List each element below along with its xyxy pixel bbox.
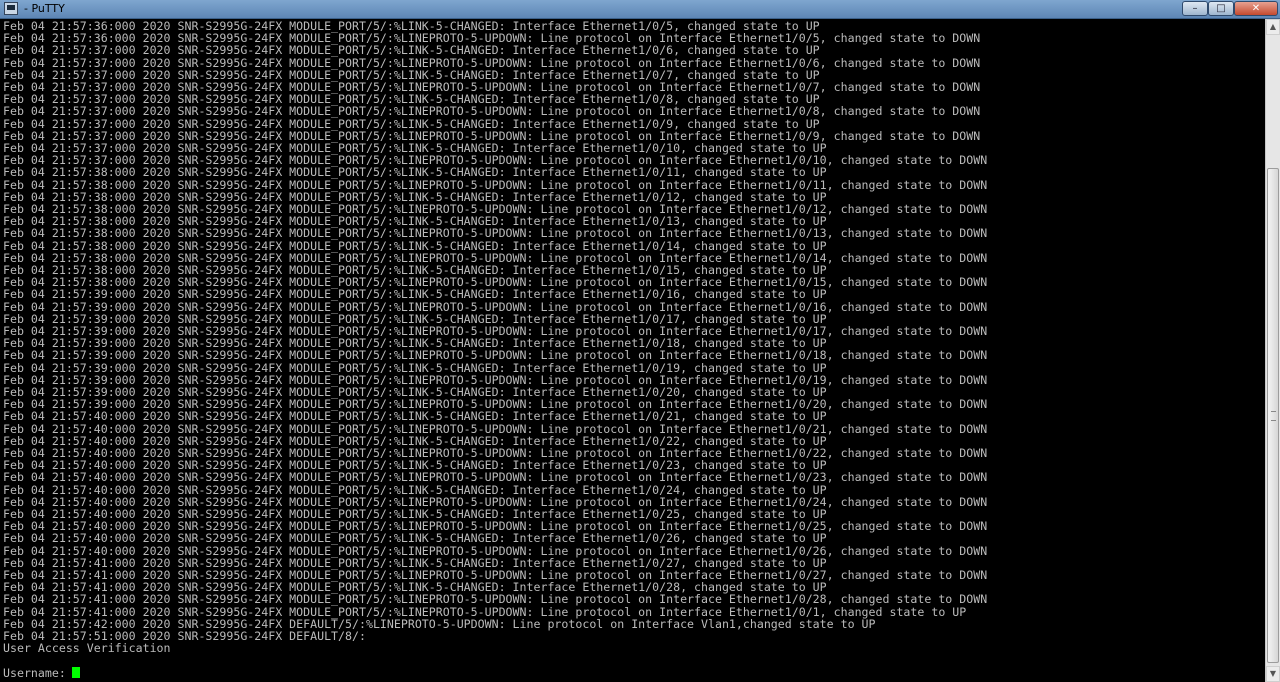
terminal-line: Feb 04 21:57:37:000 2020 SNR-S2995G-24FX…: [3, 43, 820, 58]
username-label: Username:: [3, 665, 66, 680]
login-prompt[interactable]: Username:: [3, 665, 80, 680]
scroll-down-button[interactable]: ▼: [1266, 666, 1280, 682]
terminal-line: Feb 04 21:57:39:000 2020 SNR-S2995G-24FX…: [3, 299, 988, 314]
window-title: - PuTTY: [24, 2, 65, 15]
scroll-grip-icon: [1271, 411, 1276, 421]
terminal-line: Feb 04 21:57:37:000 2020 SNR-S2995G-24FX…: [3, 104, 981, 119]
terminal-line: Feb 04 21:57:40:000 2020 SNR-S2995G-24FX…: [3, 421, 988, 436]
terminal-line: Feb 04 21:57:40:000 2020 SNR-S2995G-24FX…: [3, 543, 988, 558]
terminal-line: Feb 04 21:57:40:000 2020 SNR-S2995G-24FX…: [3, 470, 988, 485]
minimize-button[interactable]: –: [1182, 1, 1208, 16]
text-cursor: [71, 666, 80, 678]
window-titlebar[interactable]: - PuTTY – □ ✕: [0, 0, 1280, 19]
terminal-line: Feb 04 21:57:38:000 2020 SNR-S2995G-24FX…: [3, 165, 827, 180]
terminal-line: Feb 04 21:57:40:000 2020 SNR-S2995G-24FX…: [3, 409, 827, 424]
terminal-line: Feb 04 21:57:39:000 2020 SNR-S2995G-24FX…: [3, 287, 827, 302]
scroll-up-button[interactable]: ▲: [1266, 19, 1280, 35]
terminal-line: Feb 04 21:57:40:000 2020 SNR-S2995G-24FX…: [3, 482, 827, 497]
terminal-line: Feb 04 21:57:38:000 2020 SNR-S2995G-24FX…: [3, 226, 988, 241]
terminal-line: Feb 04 21:57:37:000 2020 SNR-S2995G-24FX…: [3, 55, 981, 70]
terminal-line: Feb 04 21:57:40:000 2020 SNR-S2995G-24FX…: [3, 531, 827, 546]
terminal-line: Feb 04 21:57:39:000 2020 SNR-S2995G-24FX…: [3, 348, 988, 363]
close-button[interactable]: ✕: [1234, 1, 1278, 16]
terminal-output[interactable]: Feb 04 21:57:36:000 2020 SNR-S2995G-24FX…: [0, 19, 1265, 682]
terminal-line: Feb 04 21:57:39:000 2020 SNR-S2995G-24FX…: [3, 360, 827, 375]
terminal-line: Feb 04 21:57:37:000 2020 SNR-S2995G-24FX…: [3, 116, 820, 131]
terminal-line: Feb 04 21:57:41:000 2020 SNR-S2995G-24FX…: [3, 592, 988, 607]
vertical-scrollbar[interactable]: ▲ ▼: [1265, 19, 1280, 682]
putty-app-icon[interactable]: [4, 2, 18, 15]
terminal-line: Feb 04 21:57:38:000 2020 SNR-S2995G-24FX…: [3, 177, 988, 192]
terminal-line: Feb 04 21:57:38:000 2020 SNR-S2995G-24FX…: [3, 238, 827, 253]
maximize-button[interactable]: □: [1208, 1, 1234, 16]
scroll-thumb[interactable]: [1267, 168, 1279, 663]
terminal-line: Feb 04 21:57:41:000 2020 SNR-S2995G-24FX…: [3, 604, 967, 619]
terminal-line: User Access Verification: [3, 641, 171, 656]
